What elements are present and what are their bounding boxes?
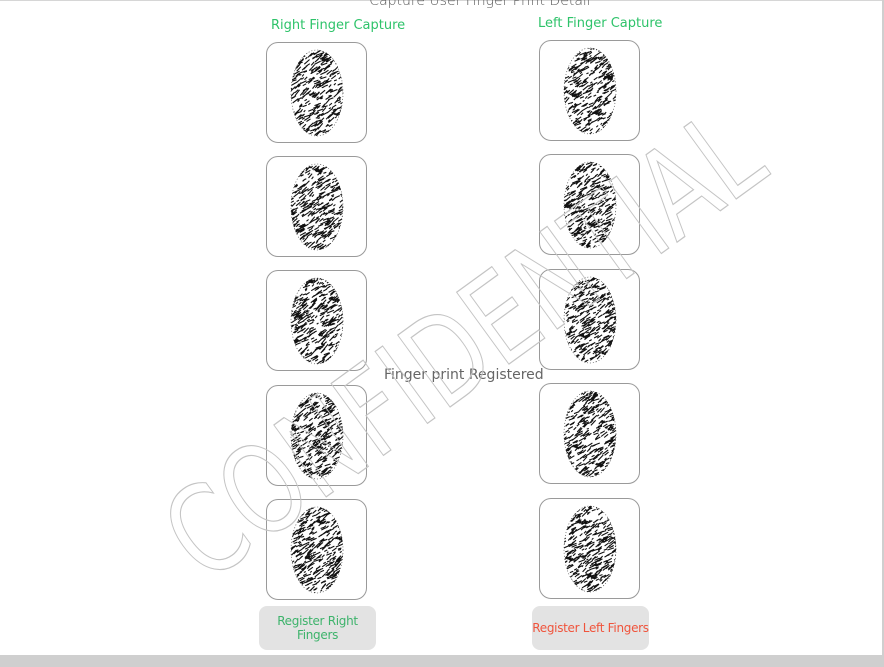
page-title: Capture User Finger Print Detail xyxy=(369,0,591,9)
fingerprint-icon xyxy=(562,504,618,594)
fingerprint-icon xyxy=(562,160,618,250)
left-column-title: Left Finger Capture xyxy=(538,16,663,31)
left-finger-4-tile[interactable] xyxy=(539,383,640,484)
fingerprint-icon xyxy=(562,389,618,479)
register-left-fingers-button[interactable]: Register Left Fingers xyxy=(532,606,649,650)
fingerprint-icon xyxy=(562,275,618,365)
right-finger-1-tile[interactable] xyxy=(266,42,367,143)
right-column-title: Right Finger Capture xyxy=(271,18,406,33)
fingerprint-icon xyxy=(289,505,345,595)
fingerprint-capture-page: Capture User Finger Print Detail Right F… xyxy=(0,0,884,667)
fingerprint-icon xyxy=(289,162,345,252)
confidential-watermark: CONFIDENTIAL xyxy=(138,82,789,610)
right-finger-2-tile[interactable] xyxy=(266,156,367,257)
registration-status: Finger print Registered xyxy=(384,367,544,383)
watermark-text: CONFIDENTIAL xyxy=(139,82,789,608)
fingerprint-icon xyxy=(289,276,345,366)
right-finger-5-tile[interactable] xyxy=(266,499,367,600)
right-finger-3-tile[interactable] xyxy=(266,270,367,371)
fingerprint-icon xyxy=(289,48,345,138)
fingerprint-icon xyxy=(289,391,345,481)
left-finger-1-tile[interactable] xyxy=(539,40,640,141)
left-finger-2-tile[interactable] xyxy=(539,154,640,255)
fingerprint-icon xyxy=(562,46,618,136)
horizontal-scrollbar[interactable] xyxy=(0,655,884,667)
register-right-fingers-button[interactable]: Register Right Fingers xyxy=(259,606,376,650)
right-finger-4-tile[interactable] xyxy=(266,385,367,486)
left-finger-3-tile[interactable] xyxy=(539,269,640,370)
left-finger-5-tile[interactable] xyxy=(539,498,640,599)
